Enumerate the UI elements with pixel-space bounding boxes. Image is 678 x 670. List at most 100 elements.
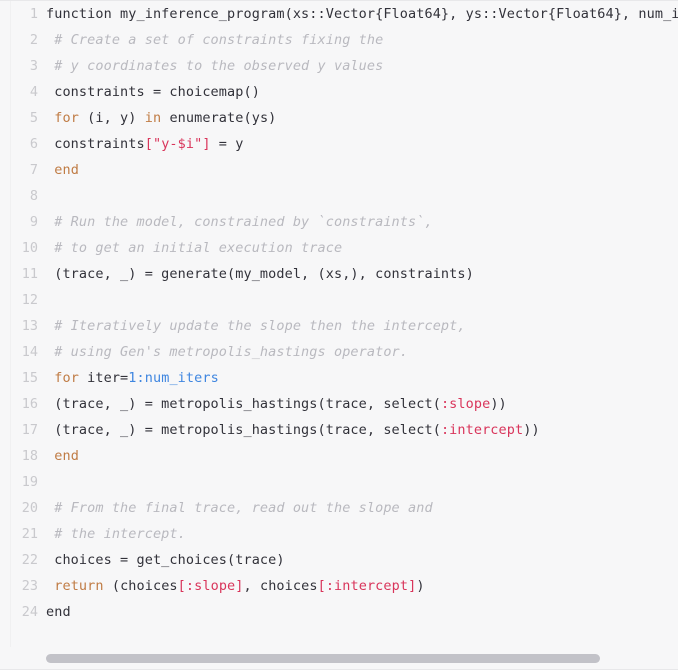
line-number: 17 (21, 422, 38, 438)
line-content[interactable]: # y coordinates to the observed y values (46, 53, 678, 79)
line-content[interactable]: # to get an initial execution trace (46, 235, 678, 261)
code-token-plain: )) (490, 396, 507, 412)
line-content[interactable]: function my_inference_program(xs::Vector… (46, 1, 678, 27)
horizontal-scrollbar-thumb[interactable] (46, 654, 600, 663)
code-line[interactable]: 8 (0, 183, 678, 209)
code-line[interactable]: 18 end (0, 443, 678, 469)
line-number: 6 (29, 136, 38, 152)
line-content[interactable]: choices = get_choices(trace) (46, 547, 678, 573)
line-content[interactable]: constraints["y-$i"] = y (46, 131, 678, 157)
horizontal-scrollbar[interactable] (0, 647, 678, 669)
code-line[interactable]: 7 end (0, 157, 678, 183)
line-content[interactable]: constraints = choicemap() (46, 79, 678, 105)
code-token-keyword: for (54, 110, 79, 126)
code-line[interactable]: 1 function my_inference_program(xs::Vecto… (0, 1, 678, 27)
line-number: 7 (29, 162, 38, 178)
line-content[interactable]: # the intercept. (46, 521, 678, 547)
code-token-comment: # the intercept. (46, 526, 186, 542)
code-token-plain: (trace, _) = metropolis_hastings(trace, … (46, 396, 441, 412)
line-number: 9 (29, 214, 38, 230)
line-number: 11 (21, 266, 38, 282)
line-content[interactable]: for iter=1:num_iters (46, 365, 678, 391)
code-line[interactable]: 2 # Create a set of constraints fixing t… (0, 27, 678, 53)
line-content[interactable]: (trace, _) = generate(my_model, (xs,), c… (46, 261, 678, 287)
code-line[interactable]: 13 # Iteratively update the slope then t… (0, 313, 678, 339)
line-number: 24 (21, 604, 38, 620)
code-token-comment: # y coordinates to the observed y values (46, 58, 384, 74)
code-line[interactable]: 4 constraints = choicemap() (0, 79, 678, 105)
line-content[interactable]: end (46, 157, 678, 183)
line-number: 15 (21, 370, 38, 386)
code-token-comment: # Run the model, constrained by `constra… (46, 214, 433, 230)
line-number: 8 (29, 188, 38, 204)
code-line[interactable]: 21 # the intercept. (0, 521, 678, 547)
code-line[interactable]: 22 choices = get_choices(trace) (0, 547, 678, 573)
code-line[interactable]: 11 (trace, _) = generate(my_model, (xs,)… (0, 261, 678, 287)
code-token-symbol: :slope (185, 578, 236, 594)
code-line[interactable]: 10 # to get an initial execution trace (0, 235, 678, 261)
code-line[interactable]: 20 # From the final trace, read out the … (0, 495, 678, 521)
code-token-plain: enumerate(ys) (161, 110, 277, 126)
code-scroll-area[interactable]: 1 function my_inference_program(xs::Vecto… (0, 1, 678, 647)
code-listing-body: 1 function my_inference_program(xs::Vecto… (0, 1, 678, 625)
code-token-range: :num_iters (136, 370, 219, 386)
line-number: 3 (29, 58, 38, 74)
code-token-plain: , choices (243, 578, 318, 594)
code-token-symbol: :intercept (440, 422, 524, 438)
code-line[interactable]: 17 (trace, _) = metropolis_hastings(trac… (0, 417, 678, 443)
code-line[interactable]: 15 for iter=1:num_iters (0, 365, 678, 391)
code-token-plain: )) (523, 422, 540, 438)
code-viewer[interactable]: 1 function my_inference_program(xs::Vecto… (0, 0, 678, 670)
line-content[interactable]: # Run the model, constrained by `constra… (46, 209, 678, 235)
line-content[interactable] (46, 287, 678, 313)
code-token-comment: # From the final trace, read out the slo… (46, 500, 433, 516)
code-line[interactable]: 3 # y coordinates to the observed y valu… (0, 53, 678, 79)
line-content[interactable]: return (choices[:slope], choices[:interc… (46, 573, 678, 599)
code-token-plain: function my_inference_program(xs::Vector… (46, 6, 678, 22)
code-token-plain: = y (210, 136, 244, 152)
code-line[interactable]: 23 return (choices[:slope], choices[:int… (0, 573, 678, 599)
line-number: 23 (21, 578, 38, 594)
code-token-comment: # Create a set of constraints fixing the (46, 32, 384, 48)
code-token-plain: choices = get_choices(trace) (46, 552, 285, 568)
code-line[interactable]: 14 # using Gen's metropolis_hastings ope… (0, 339, 678, 365)
code-token-bracket: [ (177, 578, 186, 594)
line-number: 1 (29, 6, 38, 22)
line-content[interactable]: (trace, _) = metropolis_hastings(trace, … (46, 391, 678, 417)
code-line[interactable]: 9 # Run the model, constrained by `const… (0, 209, 678, 235)
code-line[interactable]: 24 end (0, 599, 678, 625)
code-token-symbol: :slope (440, 396, 491, 412)
line-number: 2 (29, 32, 38, 48)
code-token-plain: ) (416, 578, 425, 594)
code-token-bracket: [ (144, 136, 153, 152)
line-content[interactable]: end (46, 599, 678, 625)
line-content[interactable] (46, 183, 678, 209)
line-content[interactable]: # Create a set of constraints fixing the (46, 27, 678, 53)
code-token-comment: # using Gen's metropolis_hastings operat… (46, 344, 409, 360)
line-content[interactable]: end (46, 443, 678, 469)
code-line[interactable]: 16 (trace, _) = metropolis_hastings(trac… (0, 391, 678, 417)
line-number: 20 (21, 500, 38, 516)
code-line[interactable]: 6 constraints["y-$i"] = y (0, 131, 678, 157)
code-line[interactable]: 19 (0, 469, 678, 495)
line-number: 13 (21, 318, 38, 334)
code-token-keyword: for (54, 370, 79, 386)
code-token-keyword: end (54, 162, 79, 178)
line-content[interactable]: for (i, y) in enumerate(ys) (46, 105, 678, 131)
line-content[interactable]: # From the final trace, read out the slo… (46, 495, 678, 521)
line-content[interactable]: (trace, _) = metropolis_hastings(trace, … (46, 417, 678, 443)
code-line[interactable]: 5 for (i, y) in enumerate(ys) (0, 105, 678, 131)
code-token-plain: constraints (46, 136, 145, 152)
code-token-plain: (i, y) (78, 110, 145, 126)
line-number: 4 (29, 84, 38, 100)
line-content[interactable] (46, 469, 678, 495)
line-content[interactable]: # Iteratively update the slope then the … (46, 313, 678, 339)
code-token-plain: (trace, _) = generate(my_model, (xs,), c… (46, 266, 474, 282)
code-token-keyword: return (54, 578, 104, 594)
code-line[interactable]: 12 (0, 287, 678, 313)
code-token-symbol: :intercept (325, 578, 409, 594)
line-number: 14 (21, 344, 38, 360)
line-content[interactable]: # using Gen's metropolis_hastings operat… (46, 339, 678, 365)
